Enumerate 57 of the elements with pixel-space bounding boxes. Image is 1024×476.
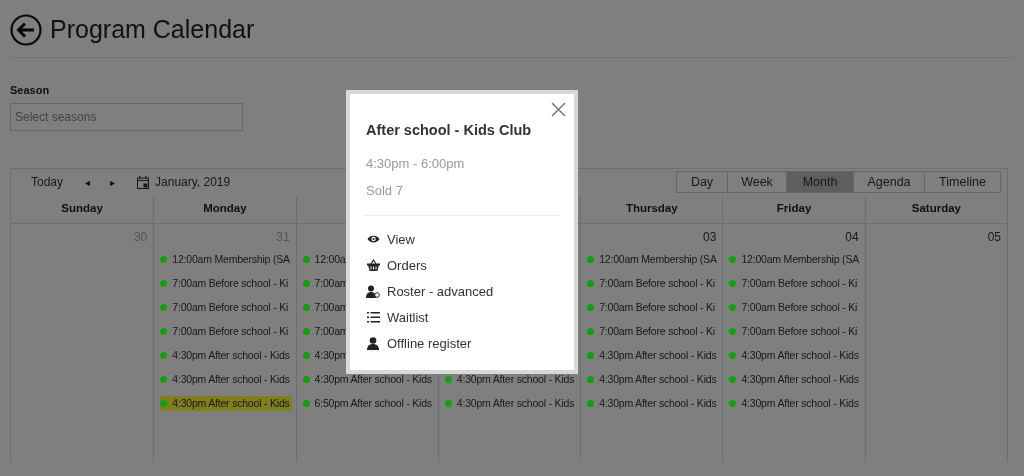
calendar-event[interactable]: 4:30pm After school - Kids [729, 395, 861, 412]
calendar-event[interactable]: 7:00am Before school - Ki [160, 299, 291, 316]
date-number: 03 [703, 228, 717, 244]
weekday-header: Thursday [625, 201, 678, 217]
person-badge-icon [366, 284, 380, 298]
calendar-event[interactable]: 4:30pm After school - Kids [160, 395, 292, 412]
today-button[interactable]: Today [31, 173, 64, 191]
previous-button[interactable]: ◂ [85, 174, 91, 190]
close-icon[interactable] [551, 102, 566, 117]
month-label: January, 2019 [155, 174, 231, 191]
weekday-header: Monday [203, 201, 247, 217]
popup-menu-item[interactable]: Roster - advanced [366, 281, 494, 301]
date-number: 04 [845, 228, 859, 244]
calendar-event[interactable]: 7:00am Before school - Ki [587, 275, 717, 292]
weekday-header: Saturday [911, 201, 961, 217]
calendar-event[interactable]: 4:30pm After school - Kids [587, 347, 719, 364]
calendar-event[interactable]: 12:00a [302, 251, 348, 268]
popup-menu-item[interactable]: Orders [366, 255, 427, 275]
calendar-event[interactable]: 6:50pm After school - Kids [302, 395, 434, 412]
weekday-header: Friday [776, 201, 812, 217]
sold-count: Sold 7 [366, 182, 404, 201]
calendar-event[interactable]: 4:30pm After school - Kids [160, 347, 292, 364]
calendar-event[interactable]: 7:00am Before school - Ki [160, 275, 291, 292]
season-label: Season [10, 83, 51, 98]
calendar-event[interactable]: 7:00am Before school - Ki [729, 323, 860, 340]
calendar-event[interactable]: 7:00am Before school - Ki [587, 299, 717, 316]
view-tab[interactable]: Month [786, 172, 853, 192]
person-icon [367, 336, 379, 350]
calendar-event[interactable]: 12:00am Membership (SA [729, 251, 861, 268]
popup-menu-item[interactable]: Offline register [366, 333, 472, 353]
page-title: Program Calendar [50, 13, 255, 45]
calendar-event[interactable]: 4:30pm After school - Kids [302, 371, 434, 388]
calendar-event[interactable]: 4:30pm After school - Kids [160, 371, 292, 388]
calendar-event[interactable]: 4:30pm After school - Kids [729, 371, 861, 388]
event-time: 4:30pm - 6:00pm [366, 154, 466, 173]
calendar-event[interactable]: 4:30pm After school - Kids [444, 395, 577, 412]
calendar-event[interactable]: 12:00am Membership (SA [160, 251, 292, 268]
calendar-event[interactable]: 4:30pm After school - Kids [729, 347, 861, 364]
calendar-event[interactable]: 7:00am Before school - Ki [160, 323, 291, 340]
basket-icon [366, 259, 380, 272]
popup-menu-item[interactable]: View [366, 229, 415, 249]
calendar-event[interactable]: 4:30pm After school - Kids [444, 371, 577, 388]
calendar-event[interactable]: 7:00am Before school - Ki [587, 323, 717, 340]
calendar-event[interactable]: 4:30pm After school - Kids [587, 371, 719, 388]
calendar-event[interactable]: 12:00am Membership (SA [587, 251, 719, 268]
calendar-event[interactable]: 7:00am Before school - Ki [729, 275, 860, 292]
weekday-header: Sunday [61, 201, 103, 217]
popup-title: After school - Kids Club [366, 121, 533, 140]
eye-icon [366, 234, 380, 245]
date-number: 05 [987, 228, 1001, 244]
calendar-icon [137, 175, 150, 189]
next-button[interactable]: ▸ [110, 174, 116, 190]
calendar-event[interactable]: 7:00am Before school - Ki [729, 299, 860, 316]
season-field[interactable]: Select seasons [10, 102, 243, 131]
list-icon [366, 311, 380, 323]
calendar-event[interactable]: 4:30pm After school - Kids [587, 395, 719, 412]
popup-menu-item[interactable]: Waitlist [366, 307, 429, 327]
